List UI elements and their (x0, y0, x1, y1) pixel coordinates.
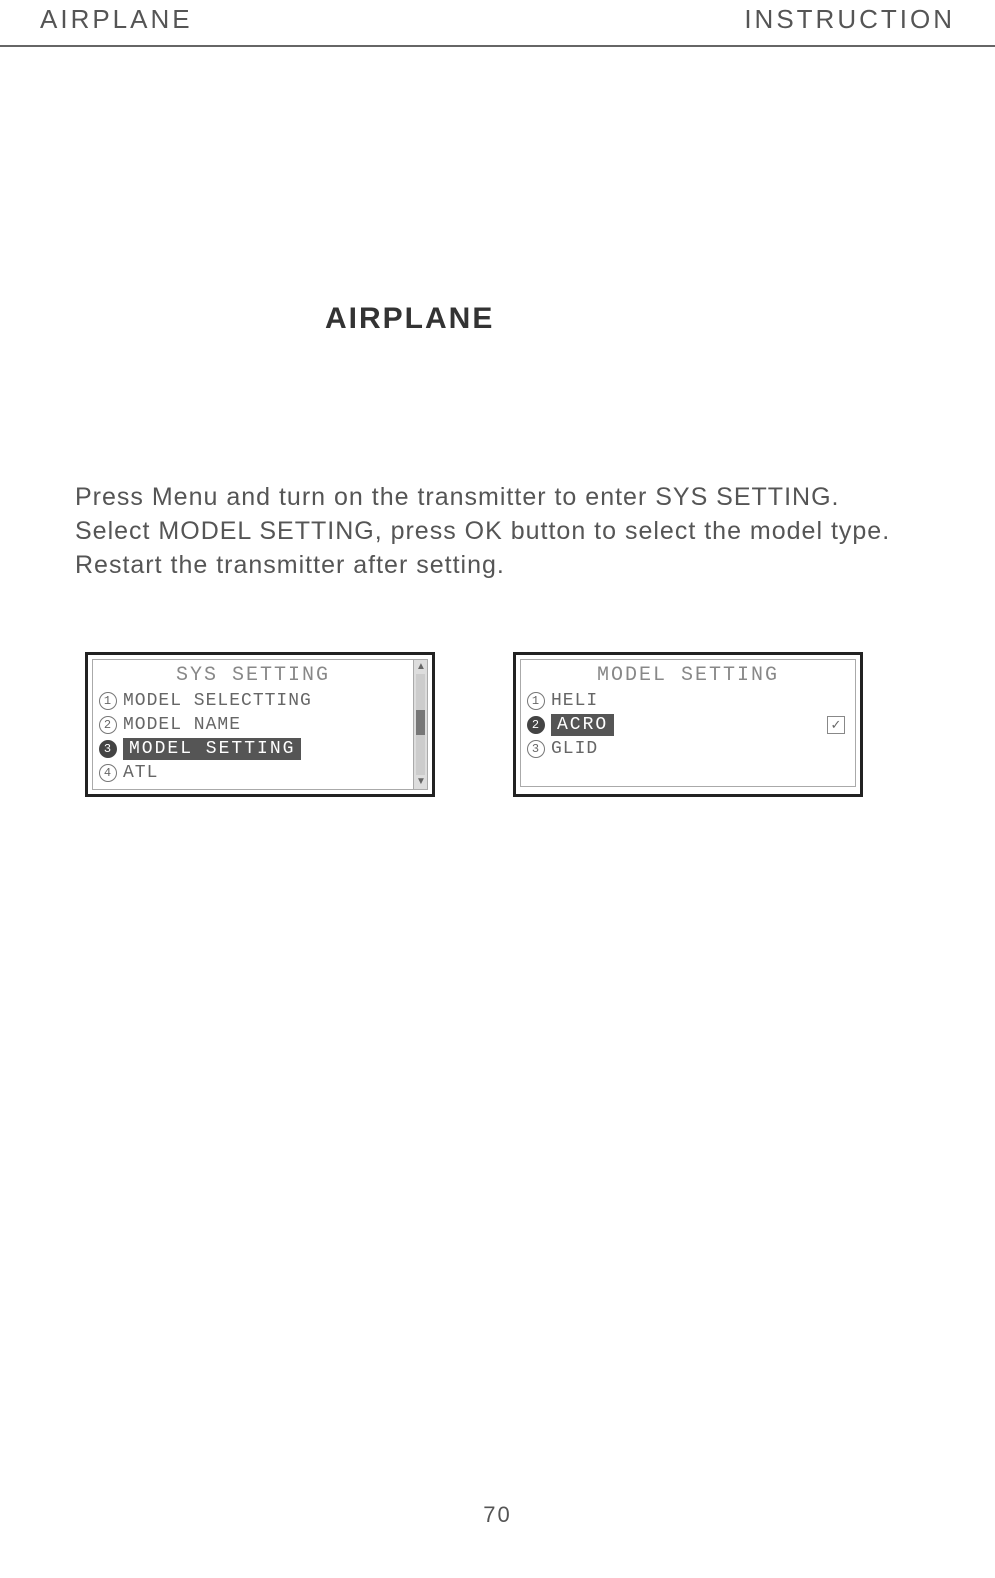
screen-inner: SYS SETTING 1 MODEL SELECTTING 2 MODEL N… (92, 659, 428, 790)
header-left: AIRPLANE (40, 4, 193, 35)
menu-item-model-selecting: 1 MODEL SELECTTING (99, 689, 407, 713)
scroll-track (416, 674, 425, 775)
header-right: INSTRUCTION (744, 4, 955, 35)
page-header: AIRPLANE INSTRUCTION (0, 4, 995, 47)
num-circle-icon: 3 (99, 740, 117, 758)
body-line-3: Restart the transmitter after setting. (75, 549, 930, 583)
num-circle-icon: 2 (527, 716, 545, 734)
scroll-up-icon: ▲ (416, 662, 425, 672)
screen-title-sys: SYS SETTING (99, 664, 407, 687)
menu-item-model-setting: 3 MODEL SETTING (99, 737, 407, 761)
num-circle-icon: 2 (99, 716, 117, 734)
scroll-thumb (416, 710, 425, 735)
scroll-down-icon: ▼ (416, 777, 425, 787)
section-title: AIRPLANE (325, 302, 995, 336)
menu-item-atl: 4 ATL (99, 761, 407, 785)
menu-label: ACRO (551, 714, 614, 736)
scrollbar: ▲ ▼ (413, 660, 427, 789)
menu-item-glid: 3 GLID (527, 737, 849, 761)
menu-list-model: 1 HELI 2 ACRO 3 GLID (527, 689, 849, 761)
body-line-1: Press Menu and turn on the transmitter t… (75, 481, 930, 515)
screen-content: SYS SETTING 1 MODEL SELECTTING 2 MODEL N… (93, 660, 413, 789)
screen-sys-setting: SYS SETTING 1 MODEL SELECTTING 2 MODEL N… (85, 652, 435, 797)
num-circle-icon: 4 (99, 764, 117, 782)
num-circle-icon: 3 (527, 740, 545, 758)
screen-model-setting: MODEL SETTING 1 HELI 2 ACRO 3 GLID (513, 652, 863, 797)
num-circle-icon: 1 (99, 692, 117, 710)
menu-label: MODEL SETTING (123, 738, 301, 760)
screen-inner: MODEL SETTING 1 HELI 2 ACRO 3 GLID (520, 659, 856, 787)
page-number: 70 (483, 1502, 511, 1528)
body-line-2: Select MODEL SETTING, press OK button to… (75, 515, 930, 549)
instruction-body: Press Menu and turn on the transmitter t… (75, 481, 930, 582)
menu-item-acro: 2 ACRO (527, 713, 849, 737)
screen-title-model: MODEL SETTING (527, 664, 849, 687)
checkbox-container: ✓ (827, 716, 845, 734)
menu-label: ATL (123, 763, 158, 783)
menu-item-heli: 1 HELI (527, 689, 849, 713)
menu-label: MODEL SELECTTING (123, 691, 312, 711)
menu-label: MODEL NAME (123, 715, 241, 735)
lcd-screens: SYS SETTING 1 MODEL SELECTTING 2 MODEL N… (85, 652, 995, 797)
menu-label: GLID (551, 739, 598, 759)
menu-item-model-name: 2 MODEL NAME (99, 713, 407, 737)
menu-label: HELI (551, 691, 598, 711)
screen-content: MODEL SETTING 1 HELI 2 ACRO 3 GLID (521, 660, 855, 786)
menu-list-sys: 1 MODEL SELECTTING 2 MODEL NAME 3 MODEL … (99, 689, 407, 785)
check-icon: ✓ (827, 716, 845, 734)
num-circle-icon: 1 (527, 692, 545, 710)
